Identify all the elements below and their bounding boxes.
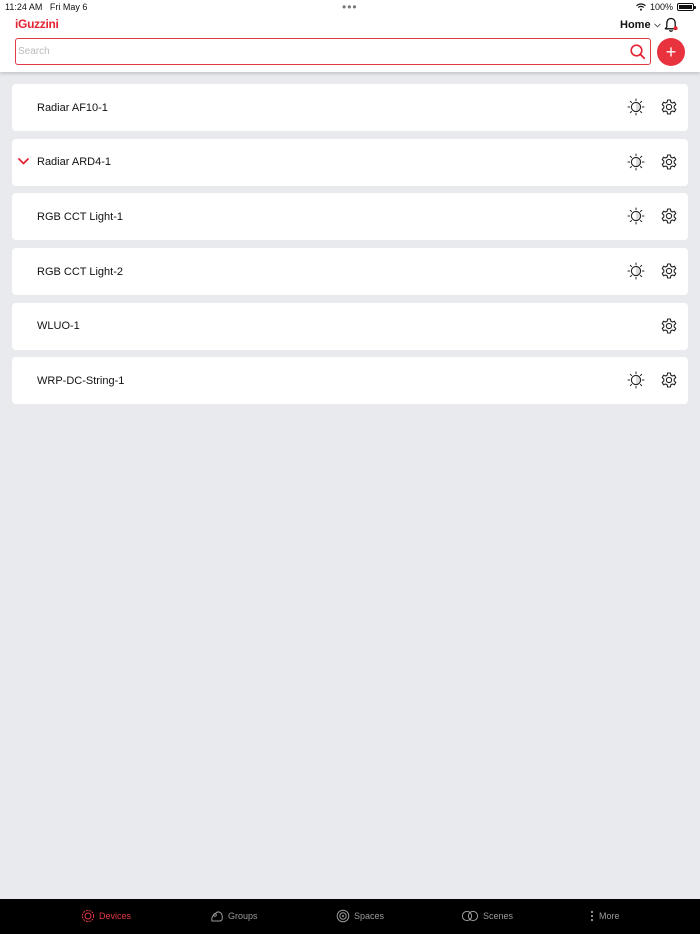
brightness-icon[interactable] xyxy=(627,98,645,116)
chevron-down-icon xyxy=(653,22,661,28)
battery-icon xyxy=(677,3,696,11)
add-device-button[interactable]: + xyxy=(657,38,685,66)
tab-label: Spaces xyxy=(354,911,385,921)
more-icon xyxy=(590,910,594,922)
search-field[interactable] xyxy=(15,38,651,65)
brightness-icon[interactable] xyxy=(627,262,645,280)
spaces-icon xyxy=(336,909,350,923)
gear-icon[interactable] xyxy=(660,98,678,116)
devices-icon xyxy=(81,909,95,923)
home-selector-label: Home xyxy=(620,19,651,31)
brightness-icon[interactable] xyxy=(627,153,645,171)
tab-spaces[interactable]: Spaces xyxy=(336,909,384,923)
device-name: Radiar AF10-1 xyxy=(37,101,108,114)
tab-label: Devices xyxy=(99,911,132,921)
app-logo: iGuzzini xyxy=(15,17,59,31)
gear-icon[interactable] xyxy=(660,371,678,389)
tab-scenes[interactable]: Scenes xyxy=(461,909,513,923)
scenes-icon xyxy=(461,910,479,922)
chevron-down-icon[interactable] xyxy=(18,156,29,167)
tab-groups[interactable]: Groups xyxy=(210,909,258,923)
gear-icon[interactable] xyxy=(660,207,678,225)
wifi-icon xyxy=(636,3,646,11)
brightness-icon[interactable] xyxy=(627,207,645,225)
device-name: WRP-DC-String-1 xyxy=(37,374,125,387)
app-header: iGuzzini Home + xyxy=(0,14,700,72)
device-row[interactable]: WRP-DC-String-1 xyxy=(12,357,688,405)
status-bar: 11:24 AM Fri May 6 ••• 100% xyxy=(0,0,700,14)
tab-label: Groups xyxy=(228,911,258,921)
tab-label: Scenes xyxy=(483,911,514,921)
status-time: 11:24 AM xyxy=(5,2,43,12)
device-name: WLUO-1 xyxy=(37,320,80,333)
device-row[interactable]: Radiar ARD4-1 xyxy=(12,138,688,186)
status-date: Fri May 6 xyxy=(49,2,88,12)
gear-icon[interactable] xyxy=(660,262,678,280)
device-row[interactable]: Radiar AF10-1 xyxy=(12,84,688,131)
plus-icon: + xyxy=(665,42,677,62)
tab-devices[interactable]: Devices xyxy=(81,909,131,923)
device-row[interactable]: WLUO-1 xyxy=(12,302,688,350)
device-name: RGB CCT Light-1 xyxy=(37,210,123,223)
gear-icon[interactable] xyxy=(660,317,678,335)
multitasking-dots-icon[interactable]: ••• xyxy=(342,0,358,14)
device-name: RGB CCT Light-2 xyxy=(37,265,123,278)
status-right: 100% xyxy=(636,2,696,12)
battery-percent: 100% xyxy=(649,2,673,12)
tab-bar: Devices Groups Spaces Scenes More xyxy=(0,899,700,934)
brightness-icon[interactable] xyxy=(627,371,645,389)
tab-more[interactable]: More xyxy=(589,909,620,923)
search-input[interactable] xyxy=(16,39,616,64)
device-list: Radiar AF10-1 Radiar ARD4-1 RGB CCT Ligh… xyxy=(12,84,688,412)
home-selector[interactable]: Home xyxy=(620,19,661,31)
tab-label: More xyxy=(599,911,620,921)
gear-icon[interactable] xyxy=(660,153,678,171)
device-row[interactable]: RGB CCT Light-1 xyxy=(12,193,688,241)
device-row[interactable]: RGB CCT Light-2 xyxy=(12,248,688,296)
search-icon[interactable] xyxy=(629,43,646,60)
bell-icon[interactable] xyxy=(663,17,679,33)
status-time-date: 11:24 AM Fri May 6 xyxy=(5,2,87,12)
groups-icon xyxy=(211,911,223,922)
device-name: Radiar ARD4-1 xyxy=(37,156,111,169)
